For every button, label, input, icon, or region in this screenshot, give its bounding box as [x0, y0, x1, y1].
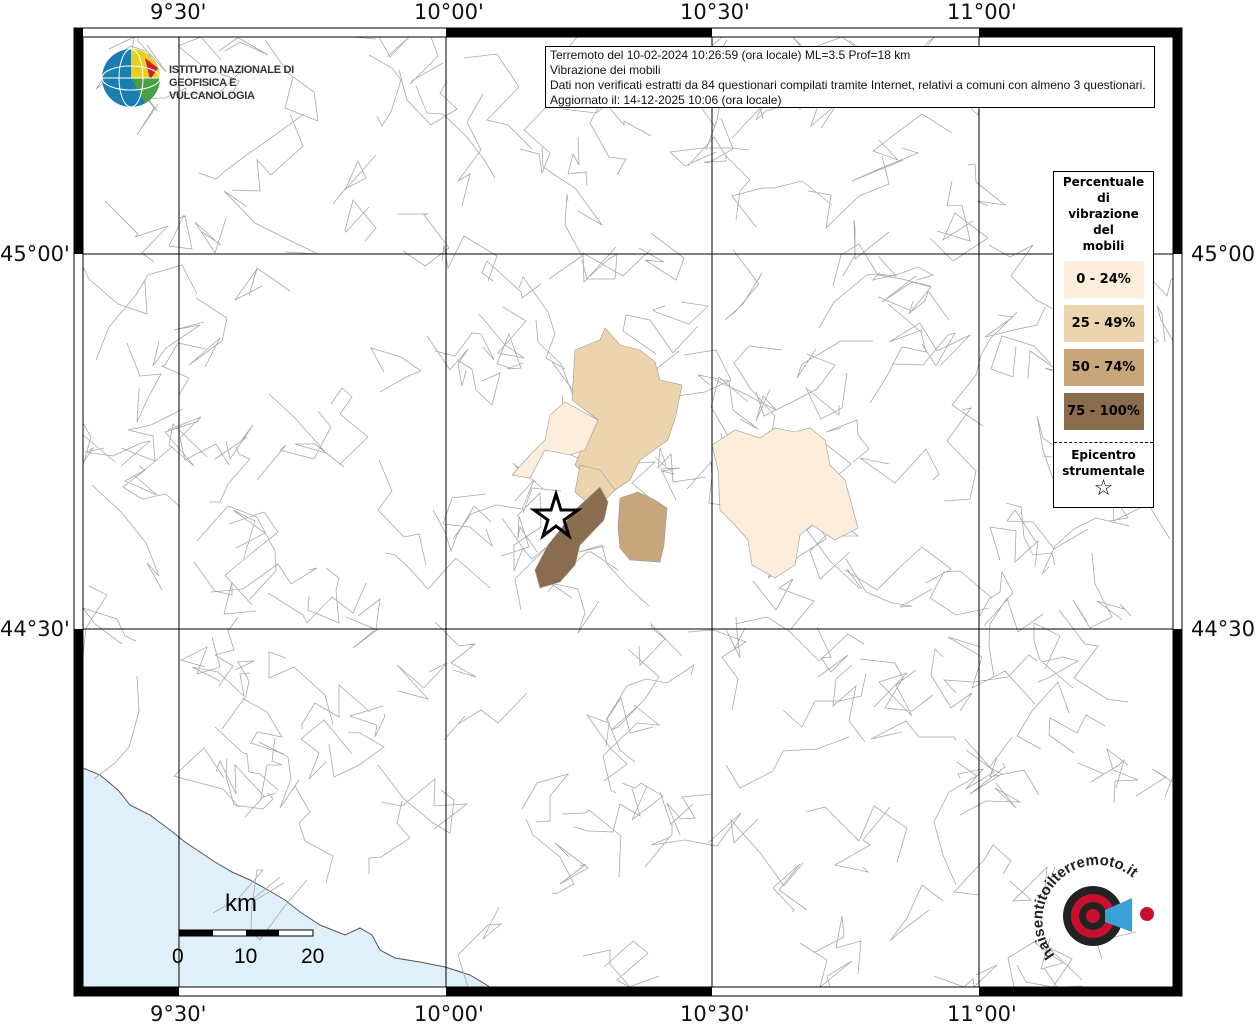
legend-class-0-24: 0 - 24%	[1063, 261, 1144, 298]
ingv-logo-icon	[101, 48, 161, 108]
scale-bar	[178, 929, 314, 937]
legend-class-25-49: 25 - 49%	[1063, 305, 1144, 342]
lon-tick-bottom: 9°30'	[150, 1002, 207, 1026]
legend-divider	[1054, 442, 1153, 443]
scale-label: 10	[234, 945, 258, 968]
legend-epicenter: Epicentro strumentale ☆	[1054, 447, 1153, 501]
legend-title: Percentuale di vibrazione del mobili	[1054, 174, 1153, 254]
lon-tick-top: 10°00'	[414, 0, 484, 24]
legend-title-line: del	[1093, 223, 1114, 237]
legend: Percentuale di vibrazione del mobili 0 -…	[1053, 171, 1154, 508]
map[interactable]: haisentitoilterremoto.it	[0, 0, 1256, 1024]
legend-title-line: Percentuale	[1062, 175, 1145, 189]
scale-label: 20	[301, 945, 325, 968]
legend-epicenter-line: Epicentro	[1071, 448, 1136, 462]
legend-title-line: mobili	[1082, 239, 1125, 253]
legend-class-75-100: 75 - 100%	[1063, 393, 1144, 430]
data-note-line: Dati non verificati estratti da 84 quest…	[550, 78, 1146, 92]
parameter-line: Vibrazione dei mobili	[550, 63, 661, 77]
lat-tick-right: 45°00'	[1191, 242, 1256, 266]
lon-tick-bottom: 10°30'	[680, 1002, 750, 1026]
ingv-logo-text: ISTITUTO NAZIONALE DI GEOFISICA E VULCAN…	[169, 64, 294, 102]
lon-tick-top: 10°30'	[680, 0, 750, 24]
lon-tick-bottom: 10°00'	[414, 1002, 484, 1026]
event-line: Terremoto del 10-02-2024 10:26:59 (ora l…	[550, 48, 911, 62]
scale-unit: km	[225, 890, 257, 917]
lon-tick-top: 11°00'	[947, 0, 1017, 24]
lon-tick-top: 9°30'	[150, 0, 207, 24]
info-box: Terremoto del 10-02-2024 10:26:59 (ora l…	[545, 46, 1155, 108]
legend-title-line: vibrazione	[1068, 207, 1139, 221]
lat-tick-right: 44°30'	[1191, 617, 1256, 641]
scale-label: 0	[172, 945, 184, 968]
updated-line: Aggiornato il: 14-12-2025 10:06 (ora loc…	[550, 93, 782, 107]
legend-title-line: di	[1097, 191, 1110, 205]
star-icon: ☆	[1093, 476, 1114, 501]
legend-class-50-74: 50 - 74%	[1063, 349, 1144, 386]
lat-tick-left: 45°00'	[0, 242, 70, 266]
lon-tick-bottom: 11°00'	[947, 1002, 1017, 1026]
lat-tick-left: 44°30'	[0, 617, 70, 641]
